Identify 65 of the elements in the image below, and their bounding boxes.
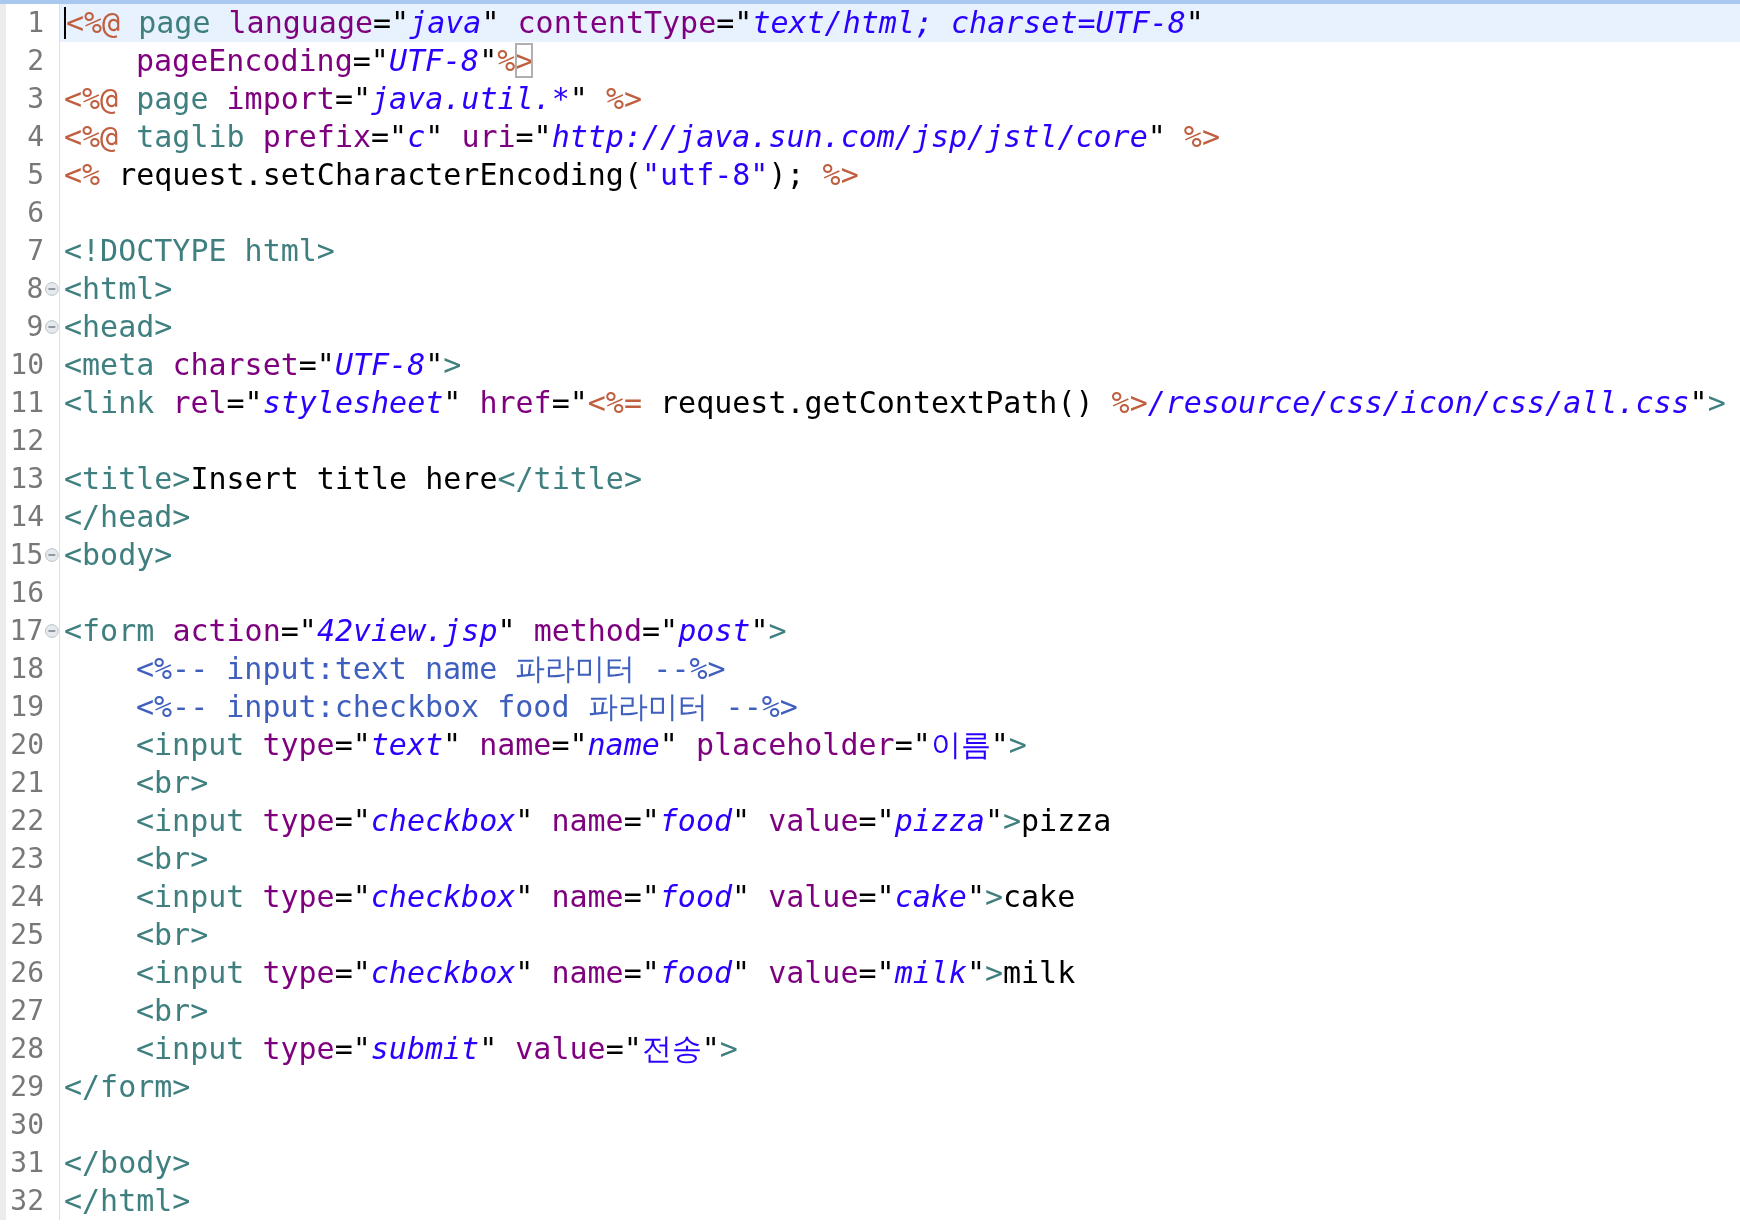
- collapse-icon[interactable]: [45, 548, 59, 562]
- code-line: <head>: [64, 312, 173, 342]
- collapse-icon[interactable]: [45, 282, 59, 296]
- code-line: <link rel="stylesheet" href="<%= request.getContextPath() %>/resource/css/icon/css/all.css">: [64, 388, 1726, 418]
- line-number: 29: [9, 1073, 44, 1101]
- line-number: 14: [9, 503, 44, 531]
- code-line: <%-- input:checkbox food 파라미터 --%>: [135, 692, 798, 722]
- code-line: <!DOCTYPE html>: [64, 236, 335, 266]
- line-number: 16: [9, 579, 44, 607]
- line-number: 26: [9, 959, 44, 987]
- code-line: <br>: [135, 844, 209, 874]
- code-line: <input type="checkbox" name="food" value="cake">cake: [135, 882, 1076, 912]
- line-number: 30: [9, 1111, 44, 1139]
- code-line: </form>: [64, 1072, 191, 1102]
- code-line: <%@ page import="java.util.*" %>: [64, 84, 642, 114]
- code-line: </head>: [64, 502, 191, 532]
- code-line: </html>: [64, 1186, 191, 1216]
- line-number: 31: [9, 1149, 44, 1177]
- collapse-icon[interactable]: [45, 624, 59, 638]
- code-line: <form action="42view.jsp" method="post">: [64, 616, 787, 646]
- line-number: 15: [8, 541, 44, 569]
- code-line: <%@ page language="java" contentType="text/html; charset=UTF-8": [66, 8, 1204, 38]
- code-line: <title>Insert title here</title>: [64, 464, 642, 494]
- line-number: 25: [9, 921, 44, 949]
- line-number: 22: [9, 807, 44, 835]
- line-number: 23: [9, 845, 44, 873]
- line-number: 5: [26, 161, 44, 189]
- code-line: pageEncoding="UTF-8"%>: [135, 46, 534, 76]
- line-number: 17: [8, 617, 44, 645]
- code-line: <br>: [135, 996, 209, 1026]
- line-number: 24: [9, 883, 44, 911]
- code-line: <%@ taglib prefix="c" uri="http://java.sun.com/jsp/jstl/core" %>: [64, 122, 1220, 152]
- collapse-icon[interactable]: [45, 320, 59, 334]
- code-line: <%-- input:text name 파라미터 --%>: [135, 654, 726, 684]
- line-number: 6: [26, 199, 44, 227]
- line-number: 4: [26, 123, 44, 151]
- code-line: <% request.setCharacterEncoding("utf-8"); %>: [64, 160, 859, 190]
- line-number: 12: [9, 427, 44, 455]
- line-number: 7: [26, 237, 44, 265]
- line-number: 10: [9, 351, 44, 379]
- text-cursor: [64, 7, 66, 39]
- code-line: <br>: [135, 768, 209, 798]
- line-number: 1: [26, 9, 44, 37]
- code-line: <input type="text" name="name" placeholder="이름">: [135, 730, 1027, 760]
- line-number: 28: [9, 1035, 44, 1063]
- line-number: 8: [25, 275, 44, 303]
- code-line: <html>: [64, 274, 173, 304]
- code-line: <br>: [135, 920, 209, 950]
- code-line: <body>: [64, 540, 173, 570]
- line-number: 19: [9, 693, 44, 721]
- line-number: 3: [26, 85, 44, 113]
- line-number: 18: [9, 655, 44, 683]
- code-line: <input type="checkbox" name="food" value="pizza">pizza: [135, 806, 1112, 836]
- line-number: 32: [9, 1187, 44, 1215]
- code-line: <input type="submit" value="전송">: [135, 1034, 738, 1064]
- line-number: 20: [9, 731, 44, 759]
- code-line: <input type="checkbox" name="food" value="milk">milk: [135, 958, 1076, 988]
- line-number: 11: [9, 389, 44, 417]
- line-number: 2: [26, 47, 44, 75]
- line-number: 21: [9, 769, 44, 797]
- line-number: 27: [9, 997, 44, 1025]
- code-line: <meta charset="UTF-8">: [64, 350, 462, 380]
- line-number: 13: [9, 465, 44, 493]
- code-line: </body>: [64, 1148, 191, 1178]
- line-number: 9: [25, 313, 44, 341]
